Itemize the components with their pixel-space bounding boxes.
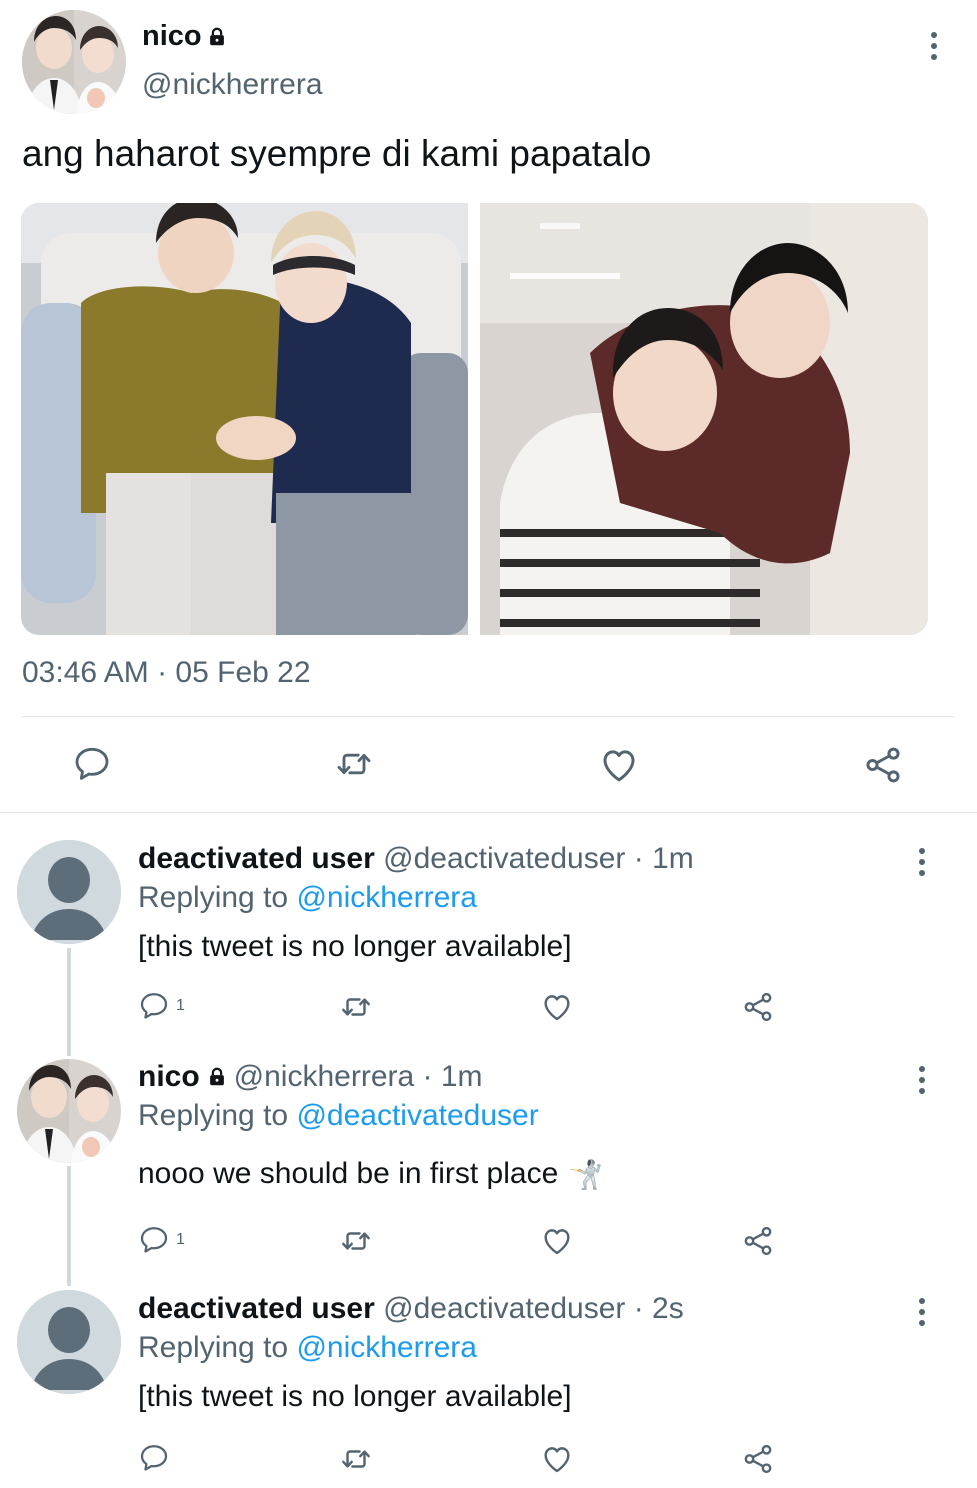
retweet-button[interactable]	[334, 744, 374, 784]
reply-handle-time[interactable]: @nickherrera · 1m	[234, 1060, 483, 1094]
reply-text: [this tweet is no longer available]	[138, 930, 572, 964]
retweet-icon	[334, 744, 374, 784]
like-icon	[540, 1442, 574, 1476]
replying-prefix: Replying to	[138, 1099, 297, 1132]
author-handle[interactable]: @nickherrera	[142, 68, 323, 102]
reply-handle-time[interactable]: @deactivateduser · 1m	[383, 842, 694, 875]
avatar-default[interactable]	[17, 1290, 121, 1394]
author-name-block[interactable]: nico	[142, 20, 228, 53]
retweet-button[interactable]	[339, 1442, 373, 1476]
reply-handle-time[interactable]: @deactivateduser · 2s	[383, 1292, 684, 1325]
retweet-button[interactable]	[339, 990, 373, 1024]
thread-line	[67, 948, 71, 1056]
replying-prefix: Replying to	[138, 1331, 297, 1364]
divider	[22, 716, 954, 717]
mention-link[interactable]: @nickherrera	[296, 1331, 477, 1364]
more-icon[interactable]	[916, 1066, 928, 1094]
fencer-emoji: 🤺	[568, 1158, 604, 1190]
default-avatar-icon	[17, 840, 121, 944]
reply-text-content: [this tweet is no longer available]	[138, 930, 572, 963]
replying-to: Replying to @nickherrera	[138, 1331, 477, 1365]
reply-button[interactable]: 1	[138, 990, 185, 1022]
reply-text-content: nooo we should be in first place	[138, 1157, 559, 1190]
share-button[interactable]	[741, 1224, 775, 1258]
share-button[interactable]	[741, 1442, 775, 1476]
default-avatar-icon	[17, 1290, 121, 1394]
lock-icon	[206, 1066, 228, 1088]
lock-icon	[206, 26, 228, 48]
share-icon	[862, 744, 904, 786]
author-avatar-image	[22, 10, 126, 114]
author-avatar-image	[17, 1059, 121, 1163]
retweet-button[interactable]	[339, 1224, 373, 1258]
reply-icon	[138, 1442, 170, 1474]
reply-text: nooo we should be in first place 🤺	[138, 1157, 603, 1191]
replying-to: Replying to @nickherrera	[138, 881, 477, 915]
tweet-photo-2[interactable]	[480, 203, 928, 635]
reply-icon	[138, 1224, 170, 1256]
reply-count: 1	[176, 997, 185, 1014]
mention-link[interactable]: @deactivateduser	[296, 1099, 538, 1132]
photo-2-image	[480, 203, 928, 635]
reply-header[interactable]: deactivated user @deactivateduser · 1m	[138, 842, 694, 876]
share-icon	[741, 1224, 775, 1258]
retweet-icon	[339, 1224, 373, 1258]
replying-to: Replying to @deactivateduser	[138, 1099, 539, 1133]
reply-button[interactable]: 1	[138, 1224, 185, 1256]
reply-text: [this tweet is no longer available]	[138, 1380, 572, 1414]
more-icon[interactable]	[916, 848, 928, 876]
more-icon[interactable]	[928, 32, 940, 60]
tweet-text: ang haharot syempre di kami papatalo	[22, 133, 652, 174]
share-button[interactable]	[741, 990, 775, 1024]
tweet-timestamp[interactable]: 03:46 AM · 05 Feb 22	[22, 656, 311, 690]
reply-button[interactable]	[138, 1442, 176, 1474]
reply-icon	[138, 990, 170, 1022]
like-icon	[540, 1224, 574, 1258]
reply-text-content: [this tweet is no longer available]	[138, 1380, 572, 1413]
like-icon	[540, 990, 574, 1024]
like-button[interactable]	[540, 1442, 574, 1476]
like-button[interactable]	[598, 744, 640, 786]
divider	[0, 812, 977, 813]
reply-header[interactable]: deactivated user @deactivateduser · 2s	[138, 1292, 684, 1326]
thread-line	[67, 1166, 71, 1286]
share-icon	[741, 990, 775, 1024]
like-button[interactable]	[540, 990, 574, 1024]
reply-author-name[interactable]: deactivated user	[138, 842, 375, 875]
tweet-photo-1[interactable]	[21, 203, 468, 635]
mention-link[interactable]: @nickherrera	[296, 881, 477, 914]
reply-header[interactable]: nico @nickherrera · 1m	[138, 1060, 483, 1094]
share-icon	[741, 1442, 775, 1476]
more-icon[interactable]	[916, 1298, 928, 1326]
like-icon	[598, 744, 640, 786]
author-avatar[interactable]	[22, 10, 126, 114]
reply-author-name[interactable]: deactivated user	[138, 1292, 375, 1325]
reply-author-name[interactable]: nico	[138, 1060, 200, 1094]
reply-count: 1	[176, 1231, 185, 1248]
author-name[interactable]: nico	[142, 20, 202, 53]
photo-1-image	[21, 203, 468, 635]
avatar-default[interactable]	[17, 840, 121, 944]
share-button[interactable]	[862, 744, 904, 786]
retweet-icon	[339, 1442, 373, 1476]
replying-prefix: Replying to	[138, 881, 297, 914]
like-button[interactable]	[540, 1224, 574, 1258]
retweet-icon	[339, 990, 373, 1024]
reply-icon	[72, 744, 112, 784]
reply-button[interactable]	[72, 744, 112, 784]
author-avatar[interactable]	[17, 1059, 121, 1163]
